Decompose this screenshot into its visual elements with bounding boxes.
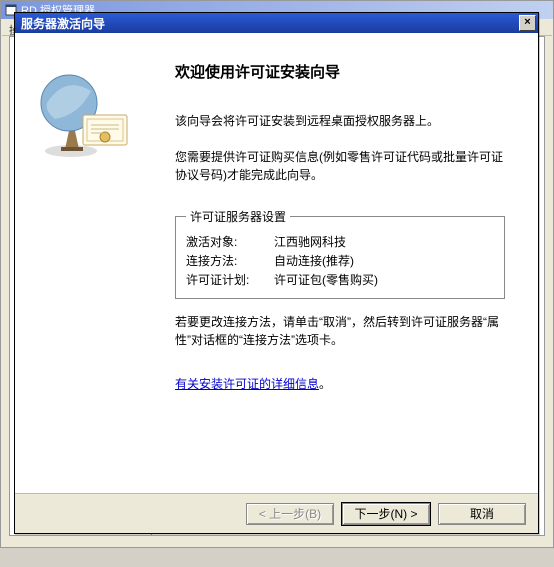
dialog-title: 服务器激活向导 bbox=[21, 15, 105, 32]
settings-key: 激活对象: bbox=[186, 233, 274, 250]
wizard-graphic bbox=[35, 67, 135, 166]
settings-row: 连接方法: 自动连接(推荐) bbox=[186, 252, 494, 269]
settings-value: 江西驰网科技 bbox=[274, 233, 494, 250]
group-title: 许可证服务器设置 bbox=[186, 208, 290, 225]
settings-key: 连接方法: bbox=[186, 252, 274, 269]
dialog-content: 欢迎使用许可证安装向导 该向导会将许可证安装到远程桌面授权服务器上。 您需要提供… bbox=[175, 61, 505, 404]
need-info-text: 您需要提供许可证购买信息(例如零售许可证代码或批量许可证协议号码)才能完成此向导… bbox=[175, 148, 505, 184]
dialog-titlebar: 服务器激活向导 × bbox=[15, 13, 538, 33]
page-heading: 欢迎使用许可证安装向导 bbox=[175, 61, 505, 82]
link-suffix: 。 bbox=[319, 377, 331, 391]
settings-value: 许可证包(零售购买) bbox=[274, 271, 494, 288]
change-note: 若要更改连接方法，请单击“取消”，然后转到许可证服务器“属性”对话框的“连接方法… bbox=[175, 313, 505, 349]
back-button: < 上一步(B) bbox=[246, 503, 334, 525]
settings-row: 激活对象: 江西驰网科技 bbox=[186, 233, 494, 250]
settings-row: 许可证计划: 许可证包(零售购买) bbox=[186, 271, 494, 288]
close-button[interactable]: × bbox=[519, 15, 536, 31]
settings-key: 许可证计划: bbox=[186, 271, 274, 288]
cancel-button[interactable]: 取消 bbox=[438, 503, 526, 525]
close-icon: × bbox=[524, 16, 530, 28]
dialog-body: 欢迎使用许可证安装向导 该向导会将许可证安装到远程桌面授权服务器上。 您需要提供… bbox=[15, 33, 538, 533]
server-settings-group: 许可证服务器设置 激活对象: 江西驰网科技 连接方法: 自动连接(推荐) 许可证… bbox=[175, 208, 505, 299]
settings-value: 自动连接(推荐) bbox=[274, 252, 494, 269]
button-bar: < 上一步(B) 下一步(N) > 取消 bbox=[15, 493, 538, 533]
more-info-link[interactable]: 有关安装许可证的详细信息 bbox=[175, 377, 319, 391]
intro-text: 该向导会将许可证安装到远程桌面授权服务器上。 bbox=[175, 112, 505, 130]
next-button[interactable]: 下一步(N) > bbox=[342, 503, 430, 525]
more-info-line: 有关安装许可证的详细信息。 bbox=[175, 375, 505, 392]
wizard-dialog: 服务器激活向导 × 欢迎使用许可证安装向导 该向导会将许可证安装到远程桌面授权服… bbox=[14, 12, 539, 534]
